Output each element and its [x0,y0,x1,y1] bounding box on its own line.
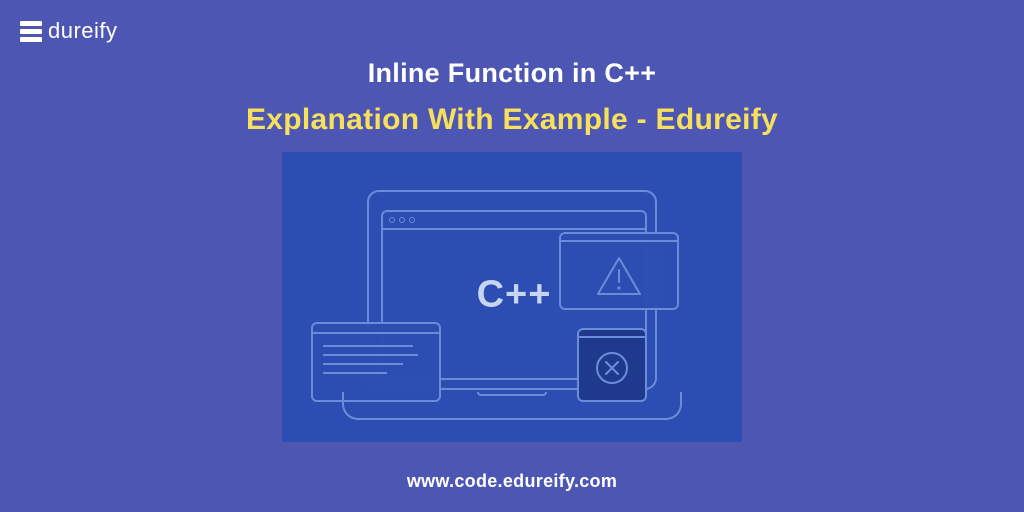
text-line-icon [323,372,387,374]
text-popup [311,322,441,402]
brand-logo: dureify [20,18,118,44]
browser-window: C++ [381,210,647,380]
title-primary: Inline Function in C++ [0,58,1024,89]
popup-titlebar [561,234,677,242]
laptop-hinge [477,392,547,396]
logo-bars-icon [20,21,42,42]
browser-titlebar [383,212,645,230]
text-line-icon [323,354,418,356]
footer-url: www.code.edureify.com [0,471,1024,492]
text-line-icon [323,363,403,365]
popup-titlebar [579,330,645,338]
illustration-panel: C++ [282,152,742,442]
laptop-icon: C++ [342,190,682,420]
text-line-icon [323,345,413,347]
title-secondary: Explanation With Example - Edureify [0,103,1024,137]
headline-block: Inline Function in C++ Explanation With … [0,58,1024,137]
warning-icon [596,256,642,296]
warning-popup [559,232,679,310]
code-language-label: C++ [477,274,552,317]
brand-name: dureify [48,18,118,44]
laptop-screen: C++ [367,190,657,390]
close-icon [595,351,629,385]
popup-titlebar [313,324,439,334]
error-popup [577,328,647,402]
laptop-base [342,392,682,420]
